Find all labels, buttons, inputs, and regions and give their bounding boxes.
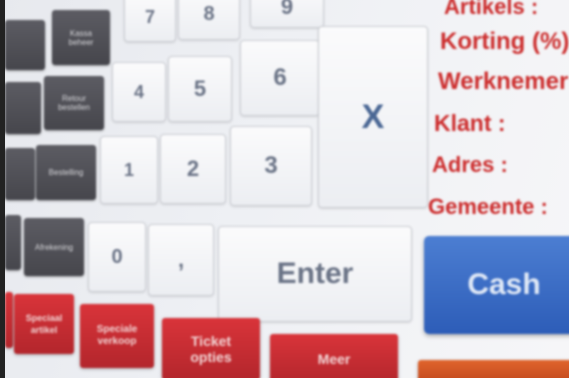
- key-5-label: 5: [193, 76, 207, 101]
- key-2-label: 2: [186, 156, 200, 181]
- bottom-key-2-label: Speciaal artikel: [25, 313, 63, 335]
- key-9[interactable]: 9: [250, 0, 324, 28]
- key-clear[interactable]: X: [318, 26, 428, 208]
- function-key-7[interactable]: [5, 215, 21, 270]
- clear-icon: X: [361, 97, 385, 136]
- label-werknemer: Werknemer :: [438, 68, 569, 95]
- bottom-key-5-label: Meer: [317, 351, 351, 367]
- key-5[interactable]: 5: [168, 56, 232, 122]
- label-artikels: Artikels :: [444, 0, 539, 19]
- function-key-4-label: Retour bestellen: [57, 94, 91, 112]
- bottom-key-6[interactable]: [418, 360, 569, 378]
- function-key-5[interactable]: [5, 148, 35, 200]
- function-key-1[interactable]: [5, 20, 45, 70]
- key-8[interactable]: 8: [178, 0, 240, 40]
- key-2[interactable]: 2: [160, 134, 226, 204]
- function-key-8-label: Afrekening: [34, 242, 74, 252]
- key-4-label: 4: [133, 81, 144, 102]
- cash-button[interactable]: Cash: [424, 236, 569, 334]
- function-key-6-label: Bestelling: [48, 168, 84, 177]
- key-6[interactable]: 6: [240, 40, 320, 116]
- key-7[interactable]: 7: [124, 0, 176, 42]
- cash-button-label: Cash: [467, 268, 541, 301]
- key-0[interactable]: 0: [88, 222, 146, 292]
- function-key-8[interactable]: Afrekening: [24, 218, 84, 276]
- key-9-label: 9: [280, 0, 294, 19]
- bottom-key-1[interactable]: [5, 292, 13, 348]
- function-key-4[interactable]: Retour bestellen: [44, 76, 104, 130]
- key-1-label: 1: [123, 159, 134, 180]
- key-4[interactable]: 4: [112, 62, 166, 122]
- key-7-label: 7: [144, 6, 155, 27]
- enter-button-label: Enter: [276, 257, 354, 290]
- function-key-2[interactable]: Kassa beheer: [52, 10, 110, 65]
- pos-screen: Kassa beheer Retour bestellen Bestelling…: [0, 0, 569, 378]
- label-klant: Klant :: [434, 110, 506, 136]
- monitor-bezel-left: [0, 0, 5, 378]
- function-key-2-label: Kassa beheer: [68, 28, 94, 47]
- function-key-6[interactable]: Bestelling: [36, 145, 96, 200]
- label-adres: Adres :: [432, 152, 508, 177]
- enter-button[interactable]: Enter: [218, 226, 412, 322]
- key-0-label: 0: [111, 245, 123, 268]
- function-key-3[interactable]: [5, 82, 41, 134]
- key-decimal-label: ,: [177, 247, 185, 272]
- label-korting: Korting (%) :: [440, 28, 569, 55]
- key-3-label: 3: [264, 152, 278, 179]
- key-decimal[interactable]: ,: [148, 224, 214, 296]
- key-8-label: 8: [203, 2, 215, 25]
- bottom-key-4-label: Ticket opties: [190, 333, 232, 365]
- key-3[interactable]: 3: [230, 126, 312, 206]
- bottom-key-4[interactable]: Ticket opties: [162, 318, 260, 378]
- key-1[interactable]: 1: [100, 136, 158, 204]
- bottom-key-3-label: Speciale verkoop: [96, 324, 138, 347]
- bottom-key-2[interactable]: Speciaal artikel: [14, 294, 74, 354]
- bottom-key-5[interactable]: Meer: [270, 334, 398, 378]
- label-gemeente: Gemeente :: [428, 194, 548, 219]
- bottom-key-3[interactable]: Speciale verkoop: [80, 304, 154, 368]
- key-6-label: 6: [273, 64, 287, 91]
